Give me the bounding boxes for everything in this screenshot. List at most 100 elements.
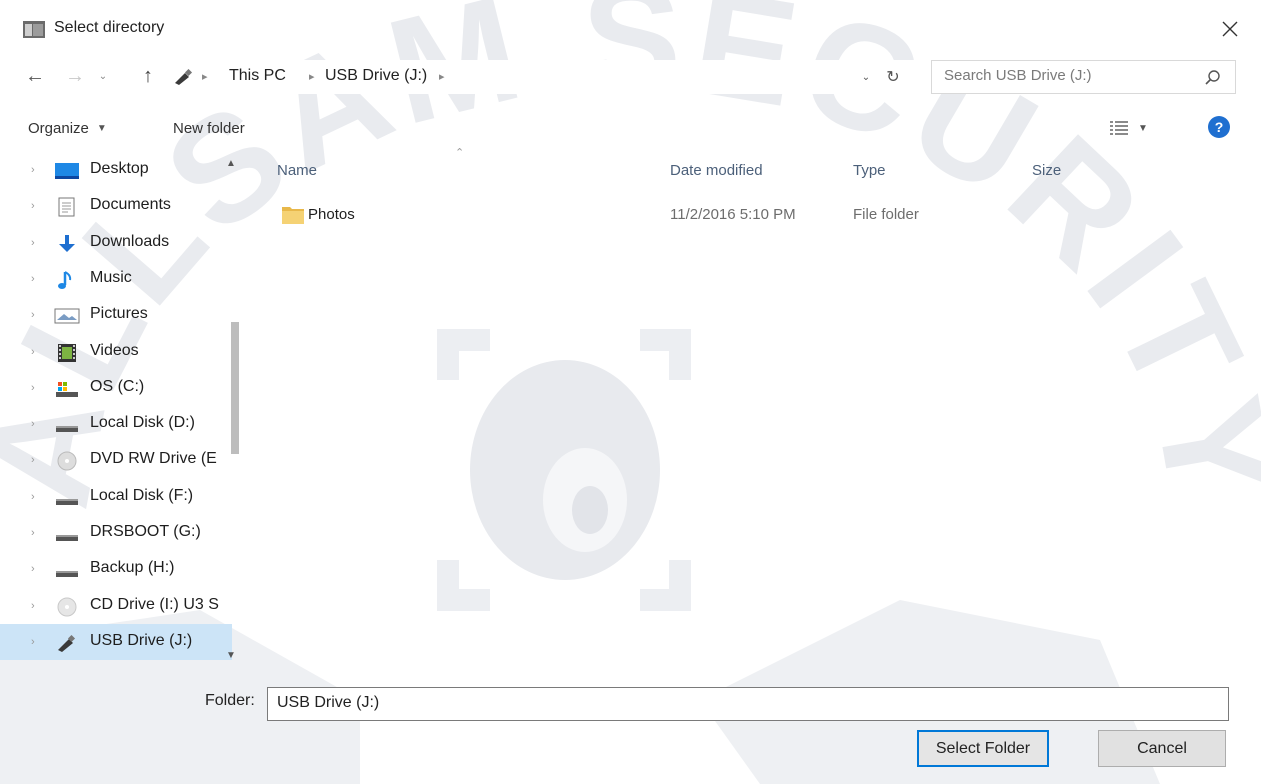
column-header-type[interactable]: Type: [853, 162, 886, 179]
sidebar-item[interactable]: › Documents: [0, 188, 232, 224]
nav-scroll-up-button[interactable]: ▲: [224, 158, 238, 174]
sidebar-item[interactable]: › Local Disk (F:): [0, 479, 232, 515]
chevron-right-icon: ▸: [309, 71, 315, 83]
disk-drive-icon: [56, 499, 78, 505]
expand-chevron-icon[interactable]: ›: [31, 453, 43, 467]
documents-icon: [58, 197, 75, 217]
os-drive-icon: [56, 382, 78, 397]
sidebar-item[interactable]: › CD Drive (I:) U3 S: [0, 588, 232, 624]
expand-chevron-icon[interactable]: ›: [31, 308, 43, 322]
refresh-button[interactable]: ↻: [881, 66, 905, 88]
help-button[interactable]: ?: [1208, 116, 1230, 138]
expand-chevron-icon[interactable]: ›: [31, 562, 43, 576]
title-bar: Select directory: [0, 0, 1261, 58]
chevron-right-icon: ▸: [202, 71, 208, 83]
sidebar-item[interactable]: › DVD RW Drive (E: [0, 442, 232, 478]
pictures-icon: [54, 308, 80, 324]
sidebar-item-label: CD Drive (I:) U3 S: [90, 596, 219, 613]
new-folder-label: New folder: [173, 119, 245, 137]
back-button[interactable]: ←: [22, 62, 48, 90]
sidebar-item[interactable]: › Pictures: [0, 297, 232, 333]
file-date-modified: 11/2/2016 5:10 PM: [670, 206, 796, 223]
downloads-icon: [59, 235, 75, 252]
expand-chevron-icon[interactable]: ›: [31, 272, 43, 286]
file-list-row[interactable]: Photos 11/2/2016 5:10 PM File folder: [262, 198, 1182, 232]
cancel-button[interactable]: Cancel: [1098, 730, 1226, 767]
arrow-up-icon: ↑: [143, 64, 153, 87]
expand-chevron-icon[interactable]: ›: [31, 526, 43, 540]
sidebar-item[interactable]: › DRSBOOT (G:): [0, 515, 232, 551]
folder-icon: [282, 207, 304, 224]
breadcrumb-usb-drive[interactable]: USB Drive (J:): [325, 67, 427, 85]
sidebar-item-label: Pictures: [90, 305, 148, 322]
sidebar-item-label: USB Drive (J:): [90, 632, 193, 649]
sidebar-item-label: Backup (H:): [90, 559, 175, 576]
caret-down-icon: ▼: [96, 122, 107, 134]
sidebar-item[interactable]: › Downloads: [0, 225, 232, 261]
nav-scroll-down-button[interactable]: ▼: [224, 650, 238, 666]
expand-chevron-icon[interactable]: ›: [31, 490, 43, 504]
sidebar-item[interactable]: › Music: [0, 261, 232, 297]
expand-chevron-icon[interactable]: ›: [31, 635, 43, 649]
folder-field[interactable]: USB Drive (J:): [267, 687, 1229, 721]
breadcrumb-this-pc[interactable]: This PC: [229, 67, 286, 85]
file-type: File folder: [853, 206, 919, 223]
folder-field-value: USB Drive (J:): [277, 694, 380, 711]
column-header-date-modified[interactable]: Date modified: [670, 162, 763, 179]
address-dropdown-button[interactable]: ⌄: [857, 68, 875, 86]
chevron-right-icon: ▸: [439, 71, 445, 83]
expand-chevron-icon[interactable]: ›: [31, 199, 43, 213]
sidebar-item-label: Videos: [90, 342, 139, 359]
up-button[interactable]: ↑: [136, 62, 160, 90]
camera-dome-icon: [470, 360, 660, 580]
search-icon: [1205, 70, 1220, 85]
close-icon: [1222, 21, 1238, 37]
sidebar-item[interactable]: › Videos: [0, 334, 232, 370]
column-header-size[interactable]: Size: [1032, 162, 1061, 179]
videos-icon: [58, 344, 76, 362]
sidebar-item[interactable]: › Local Disk (D:): [0, 406, 232, 442]
sort-ascending-icon: ⌃: [455, 147, 465, 159]
forward-button[interactable]: →: [62, 62, 88, 90]
chevron-down-icon: ⌄: [861, 71, 871, 83]
help-icon: ?: [1214, 119, 1224, 135]
folder-dialog-icon: [23, 21, 45, 38]
sidebar-item-label: OS (C:): [90, 378, 145, 395]
expand-chevron-icon[interactable]: ›: [31, 381, 43, 395]
organize-button[interactable]: Organize ▼: [28, 114, 107, 142]
sidebar-item[interactable]: › OS (C:): [0, 370, 232, 406]
dialog-title: Select directory: [54, 19, 165, 36]
view-options-button[interactable]: ▼: [1110, 114, 1170, 142]
sidebar-item[interactable]: › Desktop: [0, 152, 232, 188]
arrow-left-icon: ←: [25, 64, 45, 87]
sidebar-item-label: DRSBOOT (G:): [90, 523, 201, 540]
nav-scrollbar-thumb[interactable]: [231, 322, 239, 454]
refresh-icon: ↻: [886, 69, 900, 86]
new-folder-button[interactable]: New folder: [173, 114, 245, 142]
recent-locations-button[interactable]: ⌄: [94, 62, 112, 90]
disk-drive-icon: [56, 426, 78, 432]
sidebar-item-label: Desktop: [90, 160, 149, 177]
sidebar-item-label: Local Disk (D:): [90, 414, 195, 431]
search-input[interactable]: [944, 67, 1194, 84]
caret-down-icon: ▼: [1138, 122, 1148, 134]
expand-chevron-icon[interactable]: ›: [31, 345, 43, 359]
organize-label: Organize: [28, 119, 89, 137]
close-button[interactable]: [1212, 12, 1248, 46]
select-folder-button[interactable]: Select Folder: [917, 730, 1049, 767]
expand-chevron-icon[interactable]: ›: [31, 236, 43, 250]
expand-chevron-icon[interactable]: ›: [31, 599, 43, 613]
expand-chevron-icon[interactable]: ›: [31, 163, 43, 177]
address-bar[interactable]: ▸ This PC ▸ USB Drive (J:) ▸ ⌄ ↻: [165, 60, 919, 94]
cd-drive-icon: [57, 597, 77, 617]
file-name: Photos: [308, 206, 355, 223]
disk-drive-icon: [56, 571, 78, 577]
expand-chevron-icon[interactable]: ›: [31, 417, 43, 431]
sidebar-item[interactable]: › USB Drive (J:): [0, 624, 232, 660]
usb-drive-icon: [58, 634, 76, 652]
sidebar-item[interactable]: › Backup (H:): [0, 551, 232, 587]
search-box[interactable]: [931, 60, 1236, 94]
column-header-name[interactable]: Name: [277, 162, 317, 179]
disk-drive-icon: [56, 535, 78, 541]
desktop-icon: [55, 163, 79, 179]
